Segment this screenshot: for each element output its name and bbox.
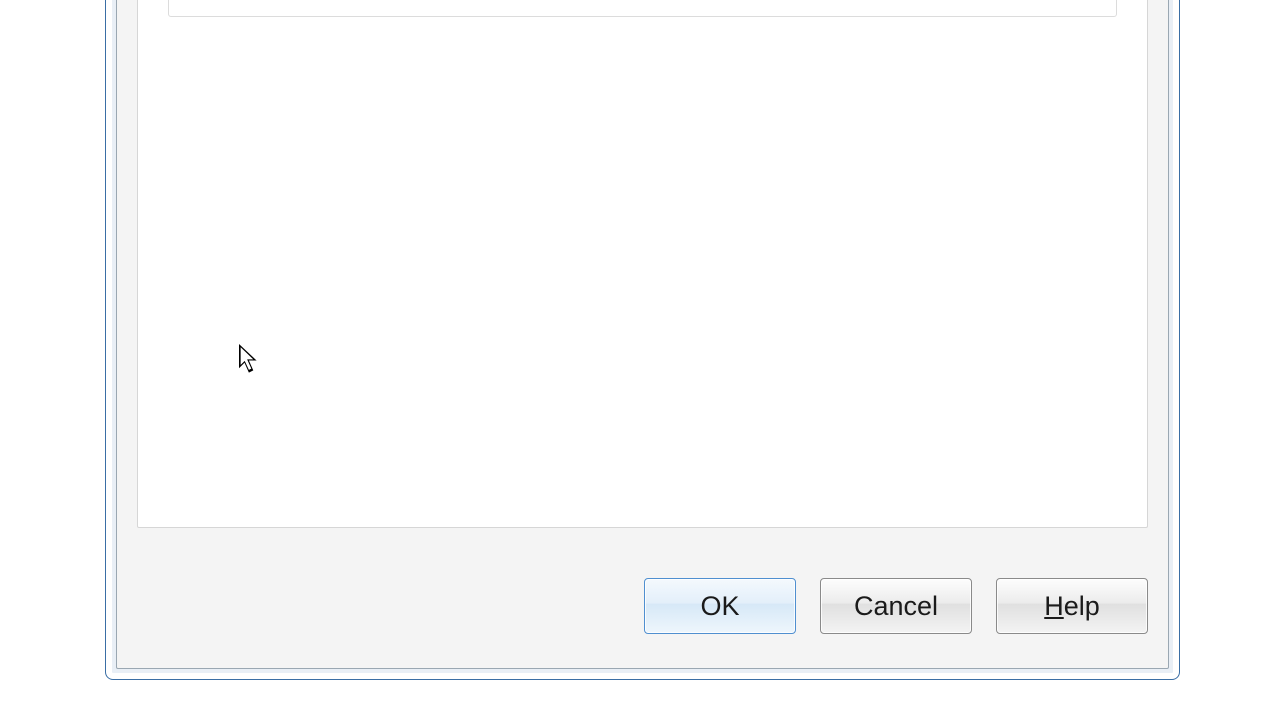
make-default-wrap: Make Firefox the default browser [169,0,1116,16]
window-outer-frame: Use autoscrolling Use smooth scrolling U… [105,0,1180,680]
options-content-panel: Use autoscrolling Use smooth scrolling U… [137,0,1148,528]
ok-button[interactable]: OK [644,578,796,634]
system-defaults-group: System Defaults Always check to see if F… [168,0,1117,17]
help-button[interactable]: Help [996,578,1148,634]
cancel-button[interactable]: Cancel [820,578,972,634]
dialog-button-bar: OK Cancel Help [137,578,1148,634]
window-inner-frame: Use autoscrolling Use smooth scrolling U… [116,0,1169,669]
